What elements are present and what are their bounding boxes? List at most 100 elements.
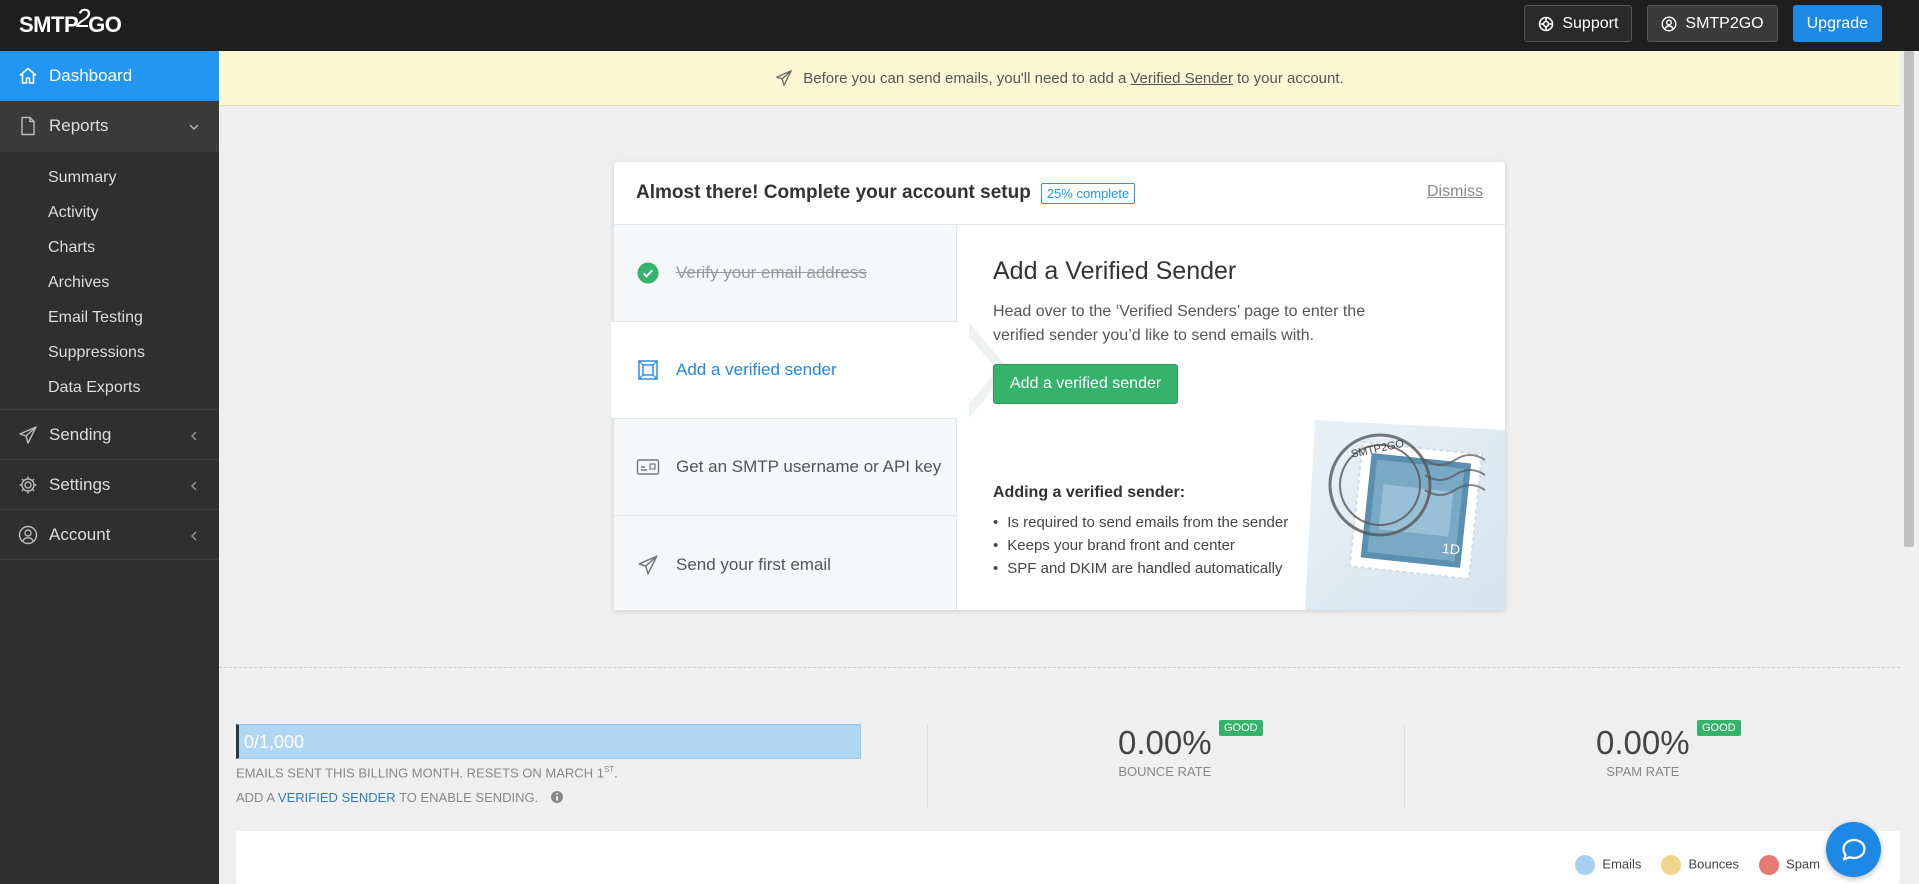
lifebuoy-icon: [1539, 16, 1554, 31]
legend-label: Bounces: [1688, 856, 1740, 872]
sidebar-item-dashboard[interactable]: Dashboard: [0, 51, 219, 101]
account-menu-button[interactable]: SMTP2GO: [1647, 5, 1778, 42]
sidebar-item-settings[interactable]: Settings: [0, 460, 219, 510]
sidebar: Dashboard Reports Summary Activity Chart…: [0, 51, 219, 884]
benefits-list: Is required to send emails from the send…: [993, 511, 1288, 580]
benefits-heading: Adding a verified sender:: [993, 484, 1186, 501]
paper-plane-icon: [636, 553, 660, 577]
live-chat-button[interactable]: [1826, 822, 1881, 877]
sidebar-item-label: Settings: [49, 474, 111, 494]
list-item: Keeps your brand front and center: [993, 534, 1288, 557]
postage-stamp-illustration: 1D SMTP2GO: [1305, 420, 1505, 610]
svg-text:1D: 1D: [1441, 540, 1460, 558]
quota-label-text: EMAILS SENT THIS BILLING MONTH. RESETS O…: [236, 765, 604, 781]
active-step-arrow: [957, 322, 997, 418]
id-card-icon: [636, 455, 660, 479]
support-button[interactable]: Support: [1524, 5, 1633, 42]
legend-item-spam[interactable]: Spam: [1759, 855, 1820, 875]
stats-divider: [1404, 724, 1405, 808]
step-add-verified-sender[interactable]: Add a verified sender: [611, 322, 1009, 419]
add-verified-sender-button[interactable]: Add a verified sender: [993, 364, 1179, 404]
sidebar-item-activity[interactable]: Activity: [0, 195, 219, 230]
banner-text: Before you can send emails, you'll need …: [803, 69, 1127, 87]
list-item: SPF and DKIM are handled automatically: [993, 557, 1288, 580]
legend-label: Spam: [1786, 856, 1820, 872]
sidebar-item-archives[interactable]: Archives: [0, 265, 219, 300]
chat-bubble-icon: [1841, 838, 1866, 861]
sidebar-item-summary[interactable]: Summary: [0, 160, 219, 195]
chevron-left-icon: [188, 427, 200, 447]
sidebar-item-reports[interactable]: Reports: [0, 101, 219, 152]
legend-swatch: [1661, 855, 1682, 875]
quota-label: EMAILS SENT THIS BILLING MONTH. RESETS O…: [236, 765, 618, 781]
top-bar: SMTP2GO Support SMTP2GO Upgrade: [0, 0, 1919, 51]
sidebar-item-label: Reports: [49, 116, 109, 135]
quota-note-text: ADD A: [236, 790, 275, 805]
verified-sender-link[interactable]: Verified Sender: [1130, 70, 1233, 87]
step-label: Verify your email address: [676, 263, 867, 282]
quota-value: 0/1,000: [244, 732, 305, 752]
sender-frame-icon: [636, 358, 660, 382]
spam-rate-label: SPAM RATE: [1606, 764, 1680, 779]
quota-note-text-end: TO ENABLE SENDING.: [399, 790, 539, 805]
support-label: Support: [1562, 14, 1619, 32]
spam-rate-value: 0.00%: [1596, 724, 1690, 761]
sidebar-item-suppressions[interactable]: Suppressions: [0, 335, 219, 370]
gear-icon: [17, 474, 39, 496]
legend-item-emails[interactable]: Emails: [1575, 855, 1641, 875]
sidebar-item-label: Sending: [49, 424, 112, 444]
upgrade-button[interactable]: Upgrade: [1792, 5, 1882, 42]
smtp2go-logo[interactable]: SMTP2GO: [19, 3, 122, 39]
bounce-status-badge: GOOD: [1219, 720, 1263, 736]
section-divider: [219, 667, 1900, 668]
step-send-first-email[interactable]: Send your first email: [614, 516, 956, 613]
sidebar-item-account[interactable]: Account: [0, 510, 219, 560]
stats-divider: [927, 724, 928, 808]
check-circle-icon: [636, 261, 660, 285]
sidebar-item-label: Dashboard: [49, 66, 133, 85]
chevron-left-icon: [188, 477, 200, 497]
chevron-left-icon: [188, 527, 200, 547]
reports-submenu: Summary Activity Charts Archives Email T…: [0, 152, 219, 410]
logo-text-go: GO: [88, 12, 122, 37]
bounce-rate-label: BOUNCE RATE: [1118, 764, 1212, 779]
account-setup-card: Almost there! Complete your account setu…: [611, 162, 1505, 613]
setup-steps: Verify your email address Add a verified…: [611, 225, 1009, 613]
quota-note: ADD A VERIFIED SENDER TO ENABLE SENDING.: [236, 790, 564, 805]
sidebar-item-email-testing[interactable]: Email Testing: [0, 300, 219, 335]
chart-legend: Emails Bounces Spam: [1575, 855, 1820, 875]
scrollbar-thumb[interactable]: [1904, 51, 1914, 547]
legend-swatch: [1759, 855, 1780, 875]
step-smtp-credentials[interactable]: Get an SMTP username or API key: [614, 419, 956, 516]
info-icon[interactable]: [550, 790, 564, 804]
step-verify-email[interactable]: Verify your email address: [614, 225, 956, 322]
spam-status-badge: GOOD: [1697, 720, 1741, 736]
upgrade-label: Upgrade: [1806, 14, 1868, 32]
setup-title: Almost there! Complete your account setu…: [636, 182, 1031, 203]
banner-text-end: to your account.: [1236, 69, 1344, 87]
paper-plane-icon: [17, 424, 39, 446]
page-scrollbar[interactable]: [1900, 51, 1919, 884]
bounce-rate-stat: 0.00% BOUNCE RATE: [1118, 724, 1212, 779]
email-chart-panel: Emails Bounces Spam: [236, 831, 1900, 884]
dismiss-link[interactable]: Dismiss: [1427, 183, 1483, 201]
monthly-quota-progress-bar: 0/1,000: [236, 724, 861, 759]
document-icon: [17, 115, 39, 137]
sidebar-item-data-exports[interactable]: Data Exports: [0, 370, 219, 405]
sidebar-item-sending[interactable]: Sending: [0, 410, 219, 460]
logo-text-smtp: SMTP: [19, 12, 79, 37]
user-circle-icon: [1661, 15, 1677, 32]
verified-sender-banner: Before you can send emails, you'll need …: [219, 51, 1900, 106]
step-detail-panel: Add a Verified Sender Head over to the ‘…: [993, 225, 1505, 610]
detail-heading: Add a Verified Sender: [993, 257, 1237, 285]
step-label: Add a verified sender: [676, 360, 837, 379]
legend-label: Emails: [1602, 856, 1642, 872]
verified-sender-note-link[interactable]: VERIFIED SENDER: [278, 790, 396, 805]
setup-card-header: Almost there! Complete your account setu…: [614, 162, 1505, 225]
account-label: SMTP2GO: [1685, 14, 1764, 32]
legend-item-bounces[interactable]: Bounces: [1661, 855, 1739, 875]
sidebar-item-charts[interactable]: Charts: [0, 230, 219, 265]
paper-plane-icon: [776, 70, 793, 86]
bounce-rate-value: 0.00%: [1118, 724, 1212, 761]
quota-label-suffix: ST: [603, 765, 615, 774]
